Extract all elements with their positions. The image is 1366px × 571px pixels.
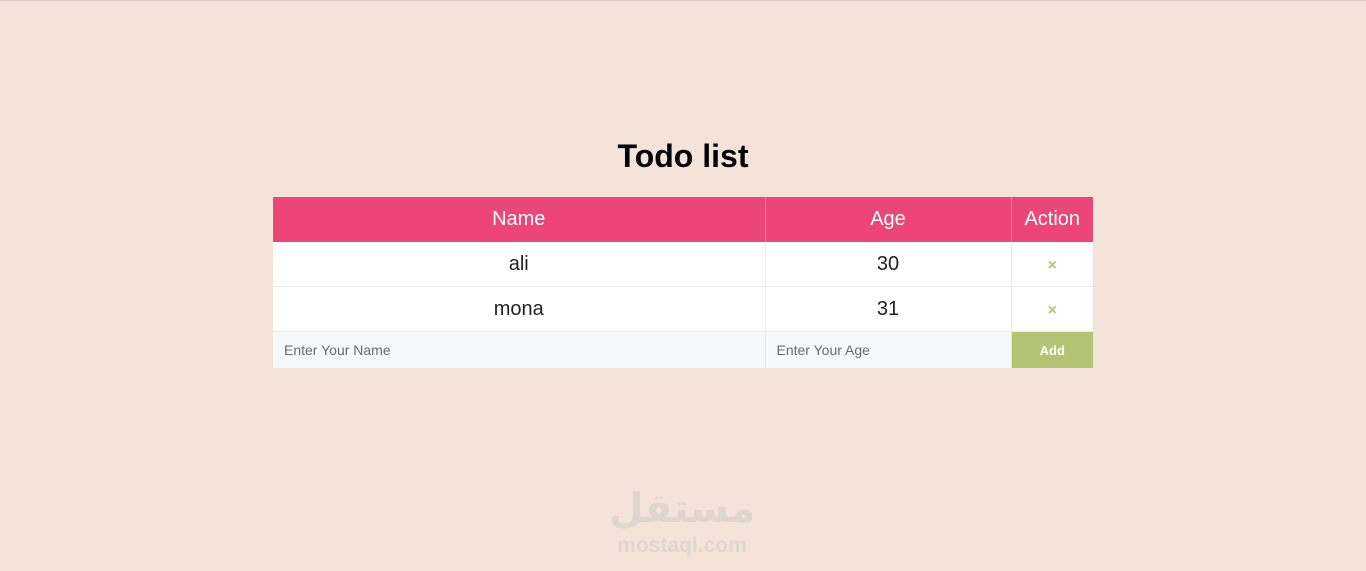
todo-table: Name Age Action ali 30 × mona 31 × Enter… bbox=[273, 197, 1093, 368]
age-input[interactable] bbox=[765, 332, 1011, 368]
watermark-logo: مستقل mostaql.com bbox=[603, 484, 761, 558]
cell-age: 30 bbox=[765, 242, 1012, 287]
cell-action: × bbox=[1011, 286, 1093, 332]
cell-name: ali bbox=[273, 242, 766, 287]
column-header-age: Age bbox=[765, 197, 1012, 242]
delete-close-icon[interactable]: × bbox=[1048, 257, 1057, 275]
page-title: Todo list bbox=[617, 138, 749, 174]
cell-age: 31 bbox=[765, 286, 1012, 332]
watermark-arabic: مستقل bbox=[608, 486, 756, 532]
table-row: ali 30 × bbox=[273, 242, 1093, 287]
watermark-latin: mostaql.com bbox=[617, 534, 747, 557]
table-row: mona 31 × bbox=[273, 286, 1093, 332]
column-header-name: Name bbox=[273, 197, 766, 242]
add-row-form: Add bbox=[273, 331, 1093, 368]
column-header-action: Action bbox=[1011, 197, 1093, 242]
name-input[interactable] bbox=[273, 332, 765, 368]
add-button[interactable]: Add bbox=[1011, 332, 1093, 368]
table-header-row: Name Age Action bbox=[273, 197, 1093, 242]
delete-close-icon[interactable]: × bbox=[1048, 302, 1057, 320]
cell-action: × bbox=[1011, 242, 1093, 287]
cell-name: mona bbox=[273, 286, 766, 332]
